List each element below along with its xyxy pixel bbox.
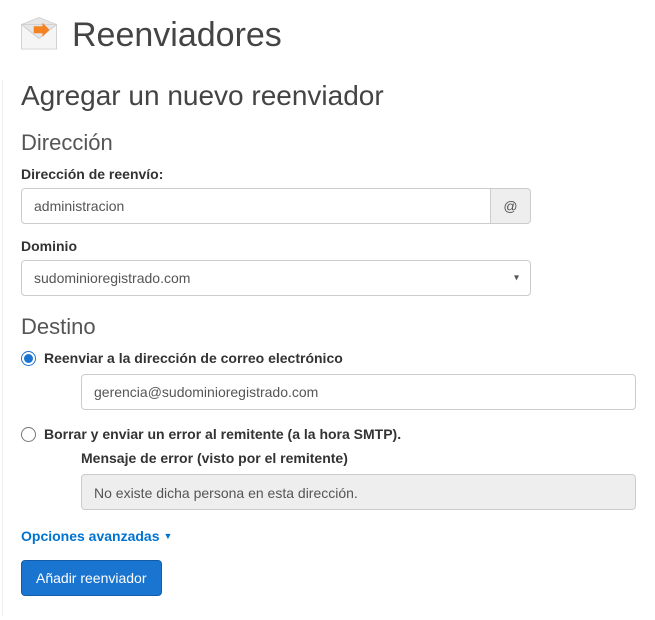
domain-label: Dominio <box>21 238 637 254</box>
destination-heading: Destino <box>21 314 637 340</box>
at-addon: @ <box>491 188 531 224</box>
forward-email-input[interactable] <box>81 374 636 410</box>
option-discard-radio[interactable] <box>21 427 36 442</box>
advanced-options-label: Opciones avanzadas <box>21 528 160 544</box>
content: Agregar un nuevo reenviador Dirección Di… <box>2 80 655 616</box>
add-forwarder-button[interactable]: Añadir reenviador <box>21 560 162 596</box>
page-header: Reenviadores <box>0 0 655 74</box>
option-forward-label: Reenviar a la dirección de correo electr… <box>44 350 343 366</box>
forward-email-wrap <box>81 374 637 410</box>
domain-select-wrap: sudominioregistrado.com ▾ <box>21 260 531 296</box>
error-message-input[interactable]: No existe dicha persona en esta direcció… <box>81 474 636 510</box>
caret-down-icon: ▼ <box>164 531 173 541</box>
forward-address-group: @ <box>21 188 531 224</box>
advanced-options-toggle[interactable]: Opciones avanzadas ▼ <box>21 528 172 544</box>
section-title: Agregar un nuevo reenviador <box>21 80 637 112</box>
address-heading: Dirección <box>21 130 637 156</box>
option-discard-label: Borrar y enviar un error al remitente (a… <box>44 426 401 442</box>
option-forward-row: Reenviar a la dirección de correo electr… <box>21 350 637 366</box>
page-title: Reenviadores <box>72 16 282 55</box>
option-forward-radio[interactable] <box>21 351 36 366</box>
forwarder-icon <box>18 14 60 56</box>
forward-address-input[interactable] <box>21 188 491 224</box>
error-message-label: Mensaje de error (visto por el remitente… <box>81 450 637 466</box>
option-discard-row: Borrar y enviar un error al remitente (a… <box>21 426 637 442</box>
domain-select[interactable]: sudominioregistrado.com <box>21 260 531 296</box>
forward-address-label: Dirección de reenvío: <box>21 166 637 182</box>
